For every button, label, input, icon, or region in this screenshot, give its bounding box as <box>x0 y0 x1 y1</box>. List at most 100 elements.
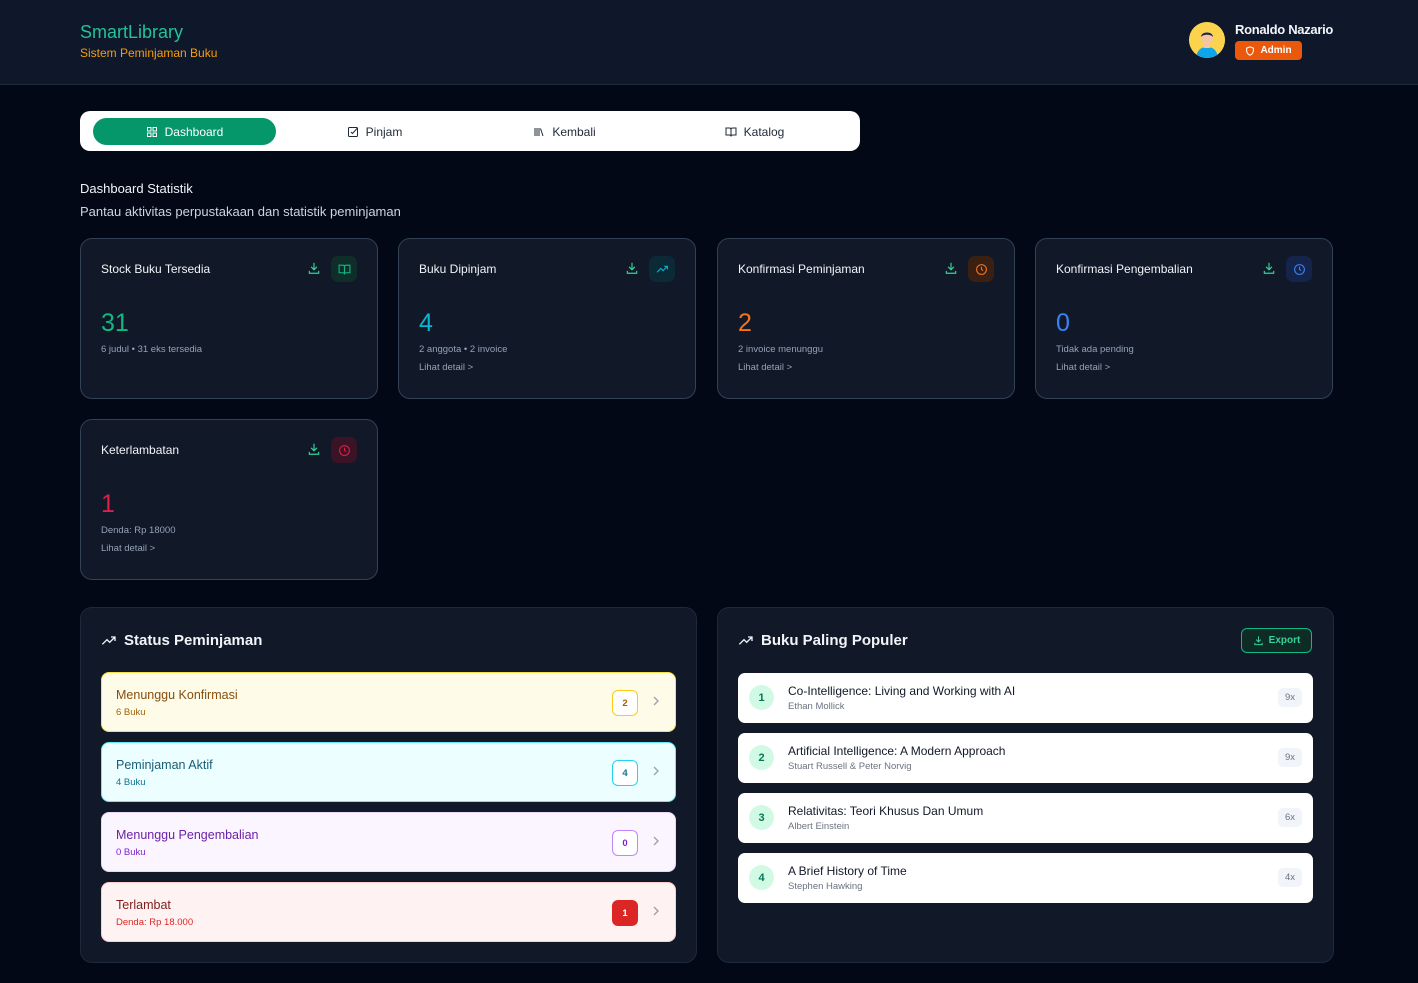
app-name: SmartLibrary <box>80 22 184 42</box>
tab-label: Kembali <box>552 124 596 139</box>
app-subtitle: Sistem Peminjaman Buku <box>80 46 218 60</box>
status-count: 2 <box>612 690 638 716</box>
card-value: 2 <box>738 309 752 337</box>
buku-populer-panel: Buku Paling Populer Export 1 Co-Intellige… <box>717 607 1334 963</box>
status-label: Menunggu Konfirmasi <box>116 688 238 702</box>
export-button[interactable]: Export <box>1241 628 1312 653</box>
shield-icon <box>1246 45 1255 56</box>
download-icon[interactable] <box>625 261 639 275</box>
book-author: Stephen Hawking <box>788 881 863 892</box>
card-value: 1 <box>101 490 115 518</box>
detail-link[interactable]: Lihat detail > <box>1056 362 1110 373</box>
trending-up-icon <box>649 256 675 282</box>
chevron-right-icon <box>653 836 659 846</box>
card-title: Konfirmasi Peminjaman <box>738 262 865 276</box>
stat-card-konfirmasi-pengembalian: Konfirmasi Pengembalian 0 Tidak ada pend… <box>1035 238 1333 399</box>
avatar[interactable] <box>1189 22 1225 58</box>
chevron-right-icon <box>653 906 659 916</box>
tab-label: Dashboard <box>164 124 224 139</box>
book-author: Ethan Mollick <box>788 701 845 712</box>
top-header: SmartLibrary Sistem Peminjaman Buku Rona… <box>0 0 1418 85</box>
status-label: Menunggu Pengembalian <box>116 828 259 842</box>
book-open-icon <box>725 127 737 137</box>
user-avatar-icon <box>1189 22 1225 58</box>
detail-link[interactable]: Lihat detail > <box>101 543 155 554</box>
main-tabs: Dashboard Pinjam Kembali Katalog <box>80 111 860 151</box>
borrow-count: 6x <box>1278 808 1302 827</box>
status-item[interactable]: Menunggu Konfirmasi 6 Buku 2 <box>101 672 676 732</box>
stat-card-stock: Stock Buku Tersedia 31 6 judul • 31 eks … <box>80 238 378 399</box>
status-item[interactable]: Menunggu Pengembalian 0 Buku 0 <box>101 812 676 872</box>
book-item[interactable]: 3 Relativitas: Teori Khusus Dan Umum Alber… <box>738 793 1313 843</box>
stat-card-keterlambatan: Keterlambatan 1 Denda: Rp 18000 Lihat de… <box>80 419 378 580</box>
checkbox-icon <box>347 126 358 137</box>
tab-katalog[interactable]: Katalog <box>663 118 846 145</box>
tab-dashboard[interactable]: Dashboard <box>93 118 276 145</box>
tab-label: Katalog <box>743 124 785 139</box>
book-title: Relativitas: Teori Khusus Dan Umum <box>788 804 984 818</box>
status-count: 0 <box>612 830 638 856</box>
borrow-count: 9x <box>1278 688 1302 707</box>
book-rank: 4 <box>749 865 774 890</box>
book-item[interactable]: 1 Co-Intelligence: Living and Working wit… <box>738 673 1313 723</box>
status-count: 4 <box>612 760 638 786</box>
book-rank: 3 <box>749 805 774 830</box>
clock-icon <box>968 256 994 282</box>
chevron-right-icon <box>653 766 659 776</box>
status-sub: 4 Buku <box>116 777 146 788</box>
detail-link[interactable]: Lihat detail > <box>738 362 792 373</box>
detail-link[interactable]: Lihat detail > <box>419 362 473 373</box>
download-icon[interactable] <box>307 261 321 275</box>
download-icon[interactable] <box>944 261 958 275</box>
status-item[interactable]: Peminjaman Aktif 4 Buku 4 <box>101 742 676 802</box>
status-sub: 6 Buku <box>116 707 146 718</box>
card-value: 31 <box>101 309 129 337</box>
status-label: Peminjaman Aktif <box>116 758 213 772</box>
book-item[interactable]: 2 Artificial Intelligence: A Modern Appro… <box>738 733 1313 783</box>
trending-up-icon <box>738 635 753 645</box>
grid-icon <box>146 126 157 137</box>
section-title: Dashboard Statistik <box>80 181 193 196</box>
panel-title: Buku Paling Populer <box>738 632 908 649</box>
panel-title-text: Status Peminjaman <box>124 632 263 649</box>
card-title: Konfirmasi Pengembalian <box>1056 262 1193 276</box>
card-value: 4 <box>419 309 433 337</box>
book-rank: 1 <box>749 685 774 710</box>
clock-icon <box>1286 256 1312 282</box>
book-title: Artificial Intelligence: A Modern Approa… <box>788 744 1006 758</box>
download-icon[interactable] <box>1262 261 1276 275</box>
tab-pinjam[interactable]: Pinjam <box>283 118 466 145</box>
export-label: Export <box>1268 635 1301 646</box>
card-title: Buku Dipinjam <box>419 262 497 276</box>
book-open-icon <box>331 256 357 282</box>
card-value: 0 <box>1056 309 1070 337</box>
status-sub: 0 Buku <box>116 847 146 858</box>
status-label: Terlambat <box>116 898 171 912</box>
status-count: 1 <box>612 900 638 926</box>
card-info: 2 anggota • 2 invoice <box>419 344 508 355</box>
download-icon[interactable] <box>307 442 321 456</box>
tab-label: Pinjam <box>365 124 403 139</box>
status-peminjaman-panel: Status Peminjaman Menunggu Konfirmasi 6 B… <box>80 607 697 963</box>
card-info: Tidak ada pending <box>1056 344 1134 355</box>
trending-up-icon <box>101 635 116 645</box>
stat-card-dipinjam: Buku Dipinjam 4 2 anggota • 2 invoice Li… <box>398 238 696 399</box>
book-author: Albert Einstein <box>788 821 850 832</box>
tab-kembali[interactable]: Kembali <box>473 118 656 145</box>
book-title: A Brief History of Time <box>788 864 907 878</box>
card-info: 2 invoice menunggu <box>738 344 824 355</box>
book-title: Co-Intelligence: Living and Working with… <box>788 684 1016 698</box>
role-label: Admin <box>1260 45 1292 56</box>
role-badge: Admin <box>1235 41 1302 60</box>
book-item[interactable]: 4 A Brief History of Time Stephen Hawking 4… <box>738 853 1313 903</box>
borrow-count: 4x <box>1278 868 1302 887</box>
alarm-icon <box>331 437 357 463</box>
card-title: Keterlambatan <box>101 443 180 457</box>
book-rank: 2 <box>749 745 774 770</box>
chevron-right-icon <box>653 696 659 706</box>
library-icon <box>534 127 544 136</box>
status-item[interactable]: Terlambat Denda: Rp 18.000 1 <box>101 882 676 942</box>
book-author: Stuart Russell & Peter Norvig <box>788 761 912 772</box>
user-name: Ronaldo Nazario <box>1235 22 1334 37</box>
panel-title-text: Buku Paling Populer <box>761 632 908 649</box>
